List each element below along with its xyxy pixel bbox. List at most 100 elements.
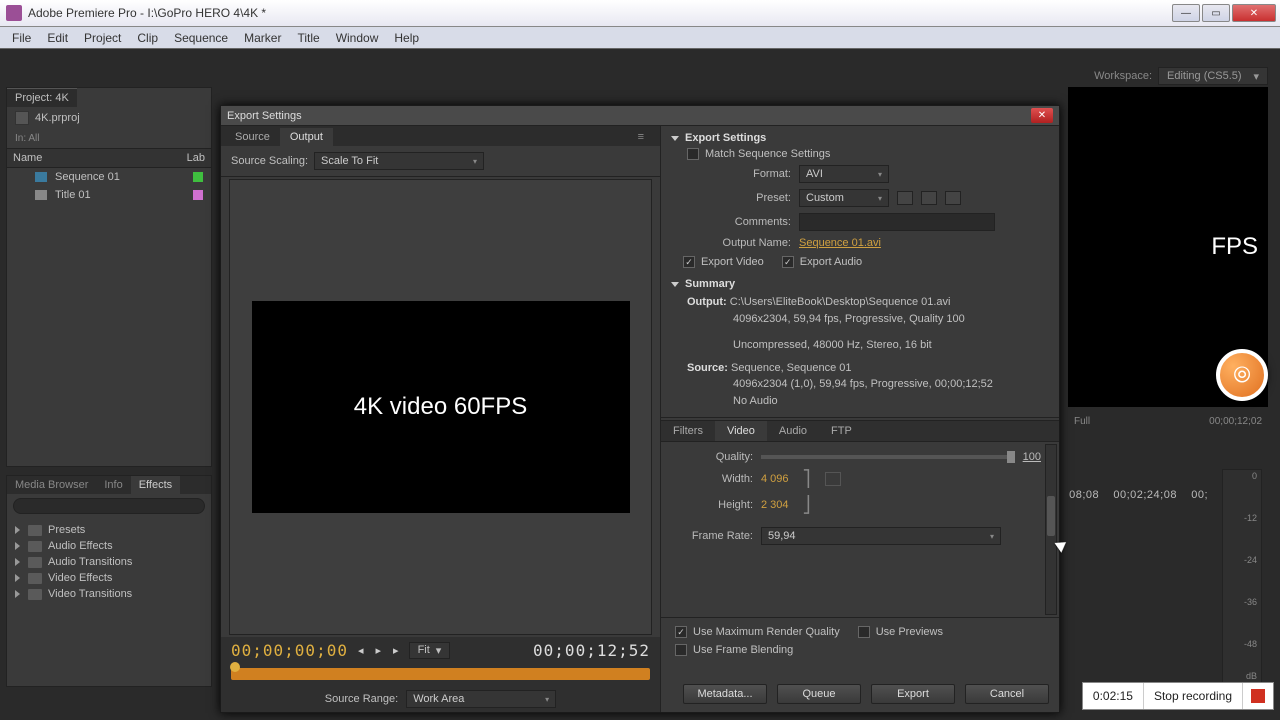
height-label: Height: — [667, 499, 753, 511]
width-value[interactable]: 4 096 — [761, 473, 789, 485]
frame-rate-label: Frame Rate: — [667, 530, 753, 542]
step-back-button[interactable]: ◂ — [356, 644, 366, 657]
disclosure-icon — [15, 526, 20, 534]
menu-title[interactable]: Title — [289, 29, 327, 47]
menu-clip[interactable]: Clip — [129, 29, 166, 47]
use-previews-checkbox[interactable] — [858, 626, 870, 638]
preset-dropdown[interactable]: Custom▾ — [799, 189, 889, 207]
stop-recording-button[interactable]: Stop recording — [1144, 683, 1243, 709]
tab-filters[interactable]: Filters — [661, 421, 715, 441]
disclosure-icon[interactable] — [671, 136, 679, 141]
project-filter[interactable]: In: All — [7, 129, 211, 148]
output-name-link[interactable]: Sequence 01.avi — [799, 237, 881, 249]
frame-rate-dropdown[interactable]: 59,94▾ — [761, 527, 1001, 545]
close-button[interactable]: ✕ — [1232, 4, 1276, 22]
record-indicator-icon[interactable] — [1251, 689, 1265, 703]
tab-info[interactable]: Info — [96, 476, 130, 494]
export-video-label: Export Video — [701, 256, 764, 268]
folder-icon — [28, 557, 42, 568]
export-video-checkbox[interactable] — [683, 256, 695, 268]
recorder-time: 0:02:15 — [1083, 683, 1144, 709]
effects-folder-video-transitions[interactable]: Video Transitions — [7, 586, 211, 602]
tab-video[interactable]: Video — [715, 421, 767, 441]
timeline-timecodes: 08;08 00;02;24;08 00; — [1069, 489, 1208, 501]
effects-folder-video-effects[interactable]: Video Effects — [7, 570, 211, 586]
delete-preset-icon[interactable] — [945, 191, 961, 205]
effects-folder-audio-effects[interactable]: Audio Effects — [7, 538, 211, 554]
project-item-sequence[interactable]: Sequence 01 — [7, 168, 211, 186]
match-sequence-label: Match Sequence Settings — [705, 148, 830, 160]
import-preset-icon[interactable] — [921, 191, 937, 205]
dialog-close-button[interactable]: ✕ — [1031, 108, 1053, 123]
aspect-lock-checkbox[interactable] — [825, 472, 841, 486]
menu-edit[interactable]: Edit — [39, 29, 76, 47]
tab-effects[interactable]: Effects — [131, 476, 180, 494]
menu-window[interactable]: Window — [328, 29, 387, 47]
workspace-dropdown[interactable]: Editing (CS5.5)▾ — [1158, 67, 1268, 85]
export-settings-dialog: Export Settings ✕ Source Output ≡ Source… — [220, 105, 1060, 713]
project-panel: Project: 4K 4K.prproj In: All Name Lab S… — [6, 87, 212, 467]
export-audio-checkbox[interactable] — [782, 256, 794, 268]
use-max-quality-checkbox[interactable] — [675, 626, 687, 638]
disclosure-icon — [15, 558, 20, 566]
panel-menu-icon[interactable]: ≡ — [628, 128, 654, 146]
comments-input[interactable] — [799, 213, 995, 231]
disclosure-icon — [15, 542, 20, 550]
tab-ftp[interactable]: FTP — [819, 421, 864, 441]
menu-project[interactable]: Project — [76, 29, 129, 47]
format-dropdown[interactable]: AVI▾ — [799, 165, 889, 183]
export-preview: 4K video 60FPS — [229, 179, 652, 635]
quality-value[interactable]: 100 — [1023, 451, 1041, 463]
project-columns[interactable]: Name Lab — [7, 148, 211, 168]
range-slider[interactable] — [231, 668, 650, 680]
screen-recorder-badge-icon[interactable]: ⦾ — [1216, 349, 1268, 401]
program-controls: Full 00;00;12;02 — [1068, 411, 1268, 431]
source-range-dropdown[interactable]: Work Area▾ — [406, 690, 556, 708]
play-button[interactable]: ▸ — [374, 644, 384, 657]
project-tab[interactable]: Project: 4K — [7, 88, 77, 107]
menu-sequence[interactable]: Sequence — [166, 29, 236, 47]
tab-source[interactable]: Source — [225, 128, 280, 146]
sequence-icon — [35, 172, 47, 182]
recorder-overlay: 0:02:15 Stop recording — [1082, 682, 1274, 710]
app-icon — [6, 5, 22, 21]
effects-folder-presets[interactable]: Presets — [7, 522, 211, 538]
col-label[interactable]: Lab — [187, 152, 205, 164]
cancel-button[interactable]: Cancel — [965, 684, 1049, 704]
timecode-start[interactable]: 00;00;00;00 — [231, 641, 348, 660]
project-icon — [15, 111, 29, 125]
effects-search[interactable] — [13, 498, 205, 514]
disclosure-icon[interactable] — [671, 282, 679, 287]
maximize-button[interactable]: ▭ — [1202, 4, 1230, 22]
project-item-title[interactable]: Title 01 — [7, 186, 211, 204]
tab-output[interactable]: Output — [280, 128, 333, 146]
label-swatch — [193, 190, 203, 200]
menu-help[interactable]: Help — [386, 29, 427, 47]
preview-frame: 4K video 60FPS — [252, 301, 630, 513]
menu-file[interactable]: File — [4, 29, 39, 47]
zoom-fit-dropdown[interactable]: Fit▾ — [409, 642, 451, 659]
tab-media-browser[interactable]: Media Browser — [7, 476, 96, 494]
comments-label: Comments: — [671, 216, 791, 228]
label-swatch — [193, 172, 203, 182]
quality-label: Quality: — [667, 451, 753, 463]
settings-scrollbar[interactable] — [1045, 444, 1057, 615]
col-name[interactable]: Name — [13, 152, 187, 164]
step-fwd-button[interactable]: ▸ — [391, 644, 401, 657]
queue-button[interactable]: Queue — [777, 684, 861, 704]
save-preset-icon[interactable] — [897, 191, 913, 205]
minimize-button[interactable]: — — [1172, 4, 1200, 22]
width-label: Width: — [667, 473, 753, 485]
match-sequence-checkbox[interactable] — [687, 148, 699, 160]
menu-marker[interactable]: Marker — [236, 29, 289, 47]
format-label: Format: — [671, 168, 791, 180]
summary-block: Output: C:\Users\EliteBook\Desktop\Seque… — [661, 292, 1059, 418]
height-value[interactable]: 2 304 — [761, 499, 789, 511]
source-scaling-dropdown[interactable]: Scale To Fit▾ — [314, 152, 484, 170]
metadata-button[interactable]: Metadata... — [683, 684, 767, 704]
tab-audio[interactable]: Audio — [767, 421, 819, 441]
use-frame-blending-checkbox[interactable] — [675, 644, 687, 656]
effects-folder-audio-transitions[interactable]: Audio Transitions — [7, 554, 211, 570]
dialog-title: Export Settings — [227, 110, 302, 122]
export-button[interactable]: Export — [871, 684, 955, 704]
